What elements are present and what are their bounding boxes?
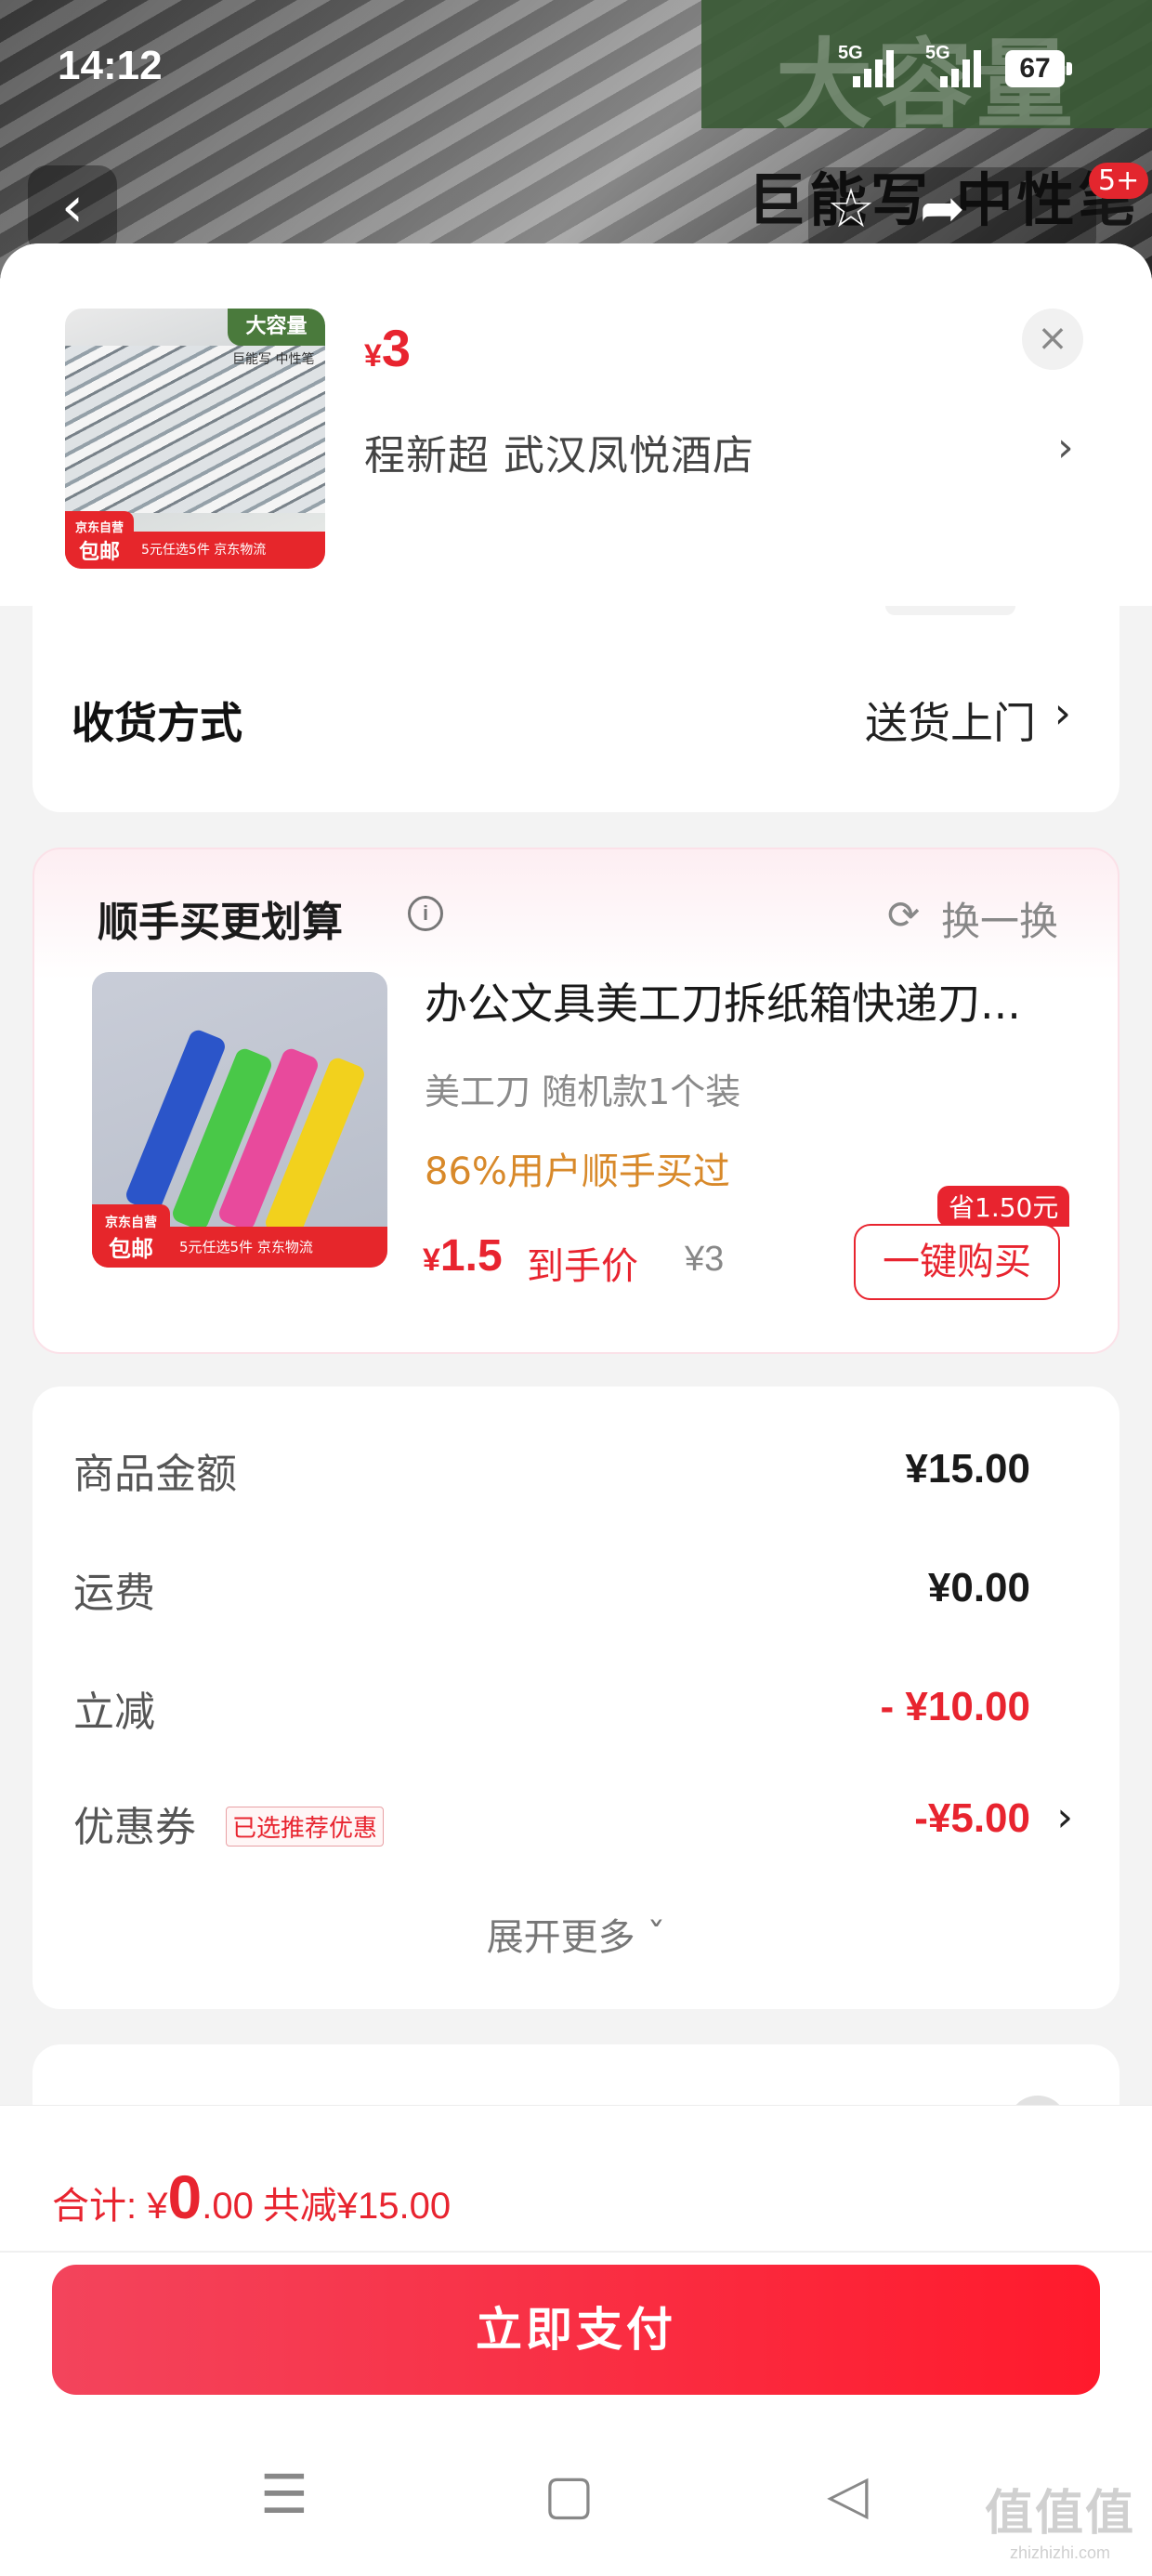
watermark: 值值值 zhizhizhi.com [984, 2487, 1135, 2562]
home-icon[interactable]: ▢ [543, 2463, 595, 2526]
divider [0, 2251, 1152, 2253]
addon-thumbnail[interactable]: 5元任选5件 京东物流 京东自营 包邮 [92, 972, 387, 1268]
close-button[interactable]: × [1022, 309, 1083, 370]
battery-icon: 67 [1005, 50, 1072, 87]
save-badge: 省1.50元 [937, 1186, 1070, 1227]
price-summary-card: 商品金额 ¥15.00 运费 ¥0.00 立减 - ¥10.00 优惠券 已选推… [33, 1387, 1119, 2009]
chevron-right-icon[interactable]: › [1054, 688, 1071, 738]
back-icon[interactable]: ‹ [28, 165, 117, 255]
summary-label: 运费 [73, 1570, 155, 1617]
cart-badge: 5+ [1089, 163, 1149, 199]
back-icon[interactable]: ◁ [827, 2463, 869, 2526]
addon-bought-rate: 86%用户顺手买过 [425, 1150, 730, 1193]
original-price: ¥3 [685, 1240, 725, 1279]
one-click-buy-button[interactable]: 一键购买 [854, 1224, 1060, 1300]
product-thumbnail: 大容量 巨能写 中性笔 5元任选5件 京东物流 京东自营 包邮 [65, 309, 325, 569]
delivery-address[interactable]: 程新超 武汉凤悦酒店 [364, 422, 754, 481]
summary-label: 立减 [73, 1689, 155, 1736]
shipping-method-value[interactable]: 送货上门 [865, 690, 1036, 751]
summary-value: - ¥10.00 [880, 1684, 1030, 1729]
menu-icon[interactable]: ☰ [260, 2463, 308, 2526]
summary-value: ¥0.00 [927, 1565, 1030, 1610]
coupon-value[interactable]: -¥5.00 [914, 1795, 1030, 1842]
expand-more-button[interactable]: 展开更多 ˇ [33, 1907, 1119, 1961]
thumb-tag: 大容量 [228, 309, 325, 346]
net-price-label: 到手价 [527, 1245, 638, 1288]
signal-icon: 5G [838, 43, 903, 87]
summary-label: 商品金额 [73, 1451, 237, 1498]
jd-self-badge: 京东自营 包邮 [92, 1204, 170, 1268]
share-icon[interactable]: ➦ [920, 177, 965, 240]
addon-title: 顺手买更划算 [98, 899, 343, 946]
product-price: ¥3 [364, 319, 412, 377]
addon-card: 顺手买更划算 i ⟳ 换一换 5元任选5件 京东物流 京东自营 包邮 办公文具美… [33, 848, 1119, 1354]
status-bar: 14:12 5G 5G 67 [0, 0, 1152, 139]
info-icon[interactable]: i [408, 896, 443, 931]
coupon-tag: 已选推荐优惠 [226, 1807, 385, 1847]
status-time: 14:12 [58, 43, 163, 88]
shipping-method-label: 收货方式 [72, 698, 242, 748]
refresh-icon[interactable]: ⟳ [887, 892, 920, 938]
system-nav-bar: ☰ ▢ ◁ 值值值 zhizhizhi.com [0, 2435, 1152, 2576]
star-icon[interactable]: ☆ [827, 177, 875, 240]
addon-item-spec[interactable]: 美工刀 随机款1个装 [425, 1063, 740, 1114]
order-total: 合计: ¥0.00 共减¥15.00 [52, 2162, 452, 2231]
product-header: 大容量 巨能写 中性笔 5元任选5件 京东物流 京东自营 包邮 ¥3 程新超 武… [0, 243, 1152, 606]
summary-value: ¥15.00 [905, 1446, 1030, 1492]
addon-price: ¥1.5 [423, 1231, 503, 1281]
pay-now-button[interactable]: 立即支付 [52, 2265, 1100, 2395]
jd-self-badge: 京东自营 包邮 [65, 511, 134, 569]
swap-button[interactable]: 换一换 [941, 890, 1058, 947]
chevron-right-icon[interactable]: › [1057, 424, 1074, 471]
addon-item-title[interactable]: 办公文具美工刀拆纸箱快递刀... [425, 970, 1093, 1032]
thumb-subtag: 巨能写 中性笔 [232, 352, 315, 367]
summary-label: 优惠券 [73, 1804, 196, 1851]
chevron-right-icon[interactable]: › [1056, 1794, 1073, 1841]
signal-icon-2: 5G [925, 43, 990, 87]
pens-image [65, 346, 325, 513]
